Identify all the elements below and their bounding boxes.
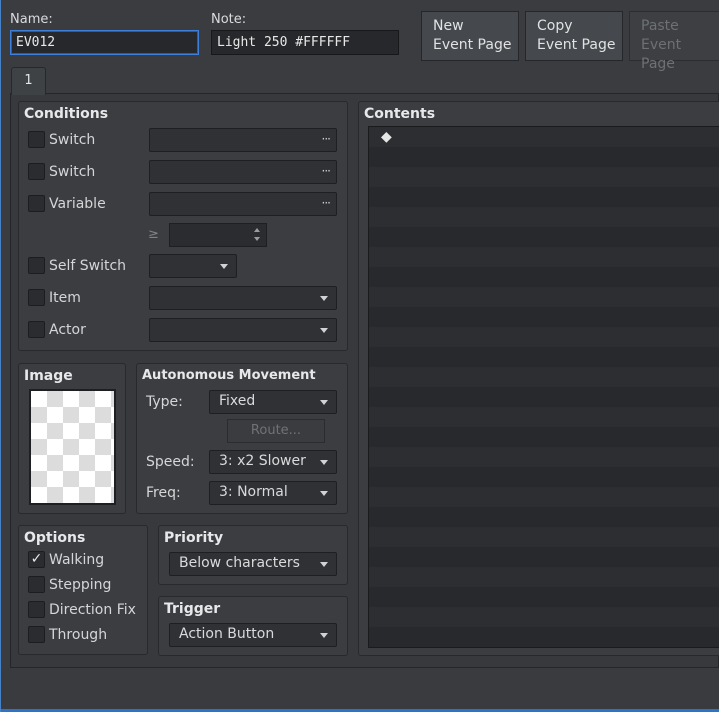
variable-value-spinner[interactable] [169, 223, 267, 247]
route-button[interactable]: Route... [227, 419, 325, 443]
image-title: Image [24, 368, 73, 384]
tab-page-1[interactable]: 1 [11, 67, 46, 95]
item-label: Item [49, 290, 81, 306]
walking-checkbox[interactable]: ✓ [28, 551, 45, 568]
note-label: Note: [211, 12, 247, 27]
chevron-down-icon [320, 490, 328, 496]
trigger-title: Trigger [164, 601, 221, 617]
switch2-label: Switch [49, 164, 96, 180]
priority-value: Below characters [179, 555, 300, 571]
actor-dropdown[interactable] [149, 318, 337, 342]
switch1-ellipsis-icon: ··· [321, 132, 332, 146]
chevron-down-icon [320, 459, 328, 465]
stepping-label: Stepping [49, 577, 112, 593]
copy-event-page-line1: Copy [537, 18, 573, 34]
movement-speed-value: 3: x2 Slower [219, 453, 306, 469]
chevron-down-icon [320, 327, 328, 333]
through-checkbox[interactable] [28, 626, 45, 643]
event-image-preview[interactable] [29, 389, 116, 505]
actor-checkbox[interactable] [28, 321, 45, 338]
window-left-border [0, 0, 1, 712]
actor-label: Actor [49, 322, 86, 338]
options-title: Options [24, 530, 86, 546]
switch2-selector[interactable]: ··· [149, 160, 337, 184]
item-dropdown[interactable] [149, 286, 337, 310]
new-event-page-button[interactable]: New Event Page [421, 11, 519, 61]
chevron-down-icon [320, 561, 328, 567]
priority-dropdown[interactable]: Below characters [169, 552, 337, 576]
switch1-label: Switch [49, 132, 96, 148]
variable-label: Variable [49, 196, 106, 212]
spinner-down-icon[interactable] [254, 237, 260, 241]
gte-symbol: ≥ [148, 227, 159, 242]
switch1-selector[interactable]: ··· [149, 128, 337, 152]
copy-event-page-button[interactable]: Copy Event Page [525, 11, 623, 61]
name-label: Name: [10, 12, 53, 27]
paste-event-page-button[interactable]: Paste Event Page [629, 11, 719, 72]
switch1-checkbox[interactable] [28, 131, 45, 148]
variable-ellipsis-icon: ··· [321, 196, 332, 210]
chevron-down-icon [320, 399, 328, 405]
direction-fix-checkbox[interactable] [28, 601, 45, 618]
note-input[interactable]: Light 250 #FFFFFF [211, 30, 399, 55]
priority-title: Priority [164, 530, 224, 546]
freq-label: Freq: [146, 485, 181, 501]
event-command-list[interactable]: ◆ [368, 126, 719, 648]
through-label: Through [49, 627, 108, 643]
spinner-up-icon[interactable] [254, 228, 260, 232]
footer-area [0, 669, 719, 712]
chevron-down-icon [320, 632, 328, 638]
movement-freq-value: 3: Normal [219, 484, 288, 500]
self-switch-checkbox[interactable] [28, 257, 45, 274]
command-list-end-marker[interactable]: ◆ [381, 129, 392, 145]
type-label: Type: [146, 394, 183, 410]
variable-checkbox[interactable] [28, 195, 45, 212]
paste-event-page-line1: Paste [641, 18, 679, 34]
chevron-down-icon [320, 295, 328, 301]
speed-label: Speed: [146, 454, 195, 470]
movement-freq-dropdown[interactable]: 3: Normal [209, 481, 337, 505]
trigger-value: Action Button [179, 626, 275, 642]
movement-type-dropdown[interactable]: Fixed [209, 390, 337, 414]
new-event-page-line2: Event Page [433, 37, 512, 53]
paste-event-page-line2: Event Page [641, 37, 682, 72]
autonomous-movement-title: Autonomous Movement [142, 368, 316, 383]
chevron-down-icon [220, 263, 228, 269]
trigger-dropdown[interactable]: Action Button [169, 623, 337, 647]
switch2-checkbox[interactable] [28, 163, 45, 180]
walking-label: Walking [49, 552, 105, 568]
self-switch-dropdown[interactable] [149, 254, 237, 278]
direction-fix-label: Direction Fix [49, 602, 136, 618]
conditions-title: Conditions [24, 106, 109, 122]
new-event-page-line1: New [433, 18, 464, 34]
switch2-ellipsis-icon: ··· [321, 164, 332, 178]
name-input[interactable]: EV012 [10, 30, 199, 55]
variable-selector[interactable]: ··· [149, 192, 337, 216]
movement-type-value: Fixed [219, 393, 256, 409]
copy-event-page-line2: Event Page [537, 37, 616, 53]
self-switch-label: Self Switch [49, 258, 127, 274]
movement-speed-dropdown[interactable]: 3: x2 Slower [209, 450, 337, 474]
item-checkbox[interactable] [28, 289, 45, 306]
contents-title: Contents [364, 106, 436, 122]
stepping-checkbox[interactable] [28, 576, 45, 593]
